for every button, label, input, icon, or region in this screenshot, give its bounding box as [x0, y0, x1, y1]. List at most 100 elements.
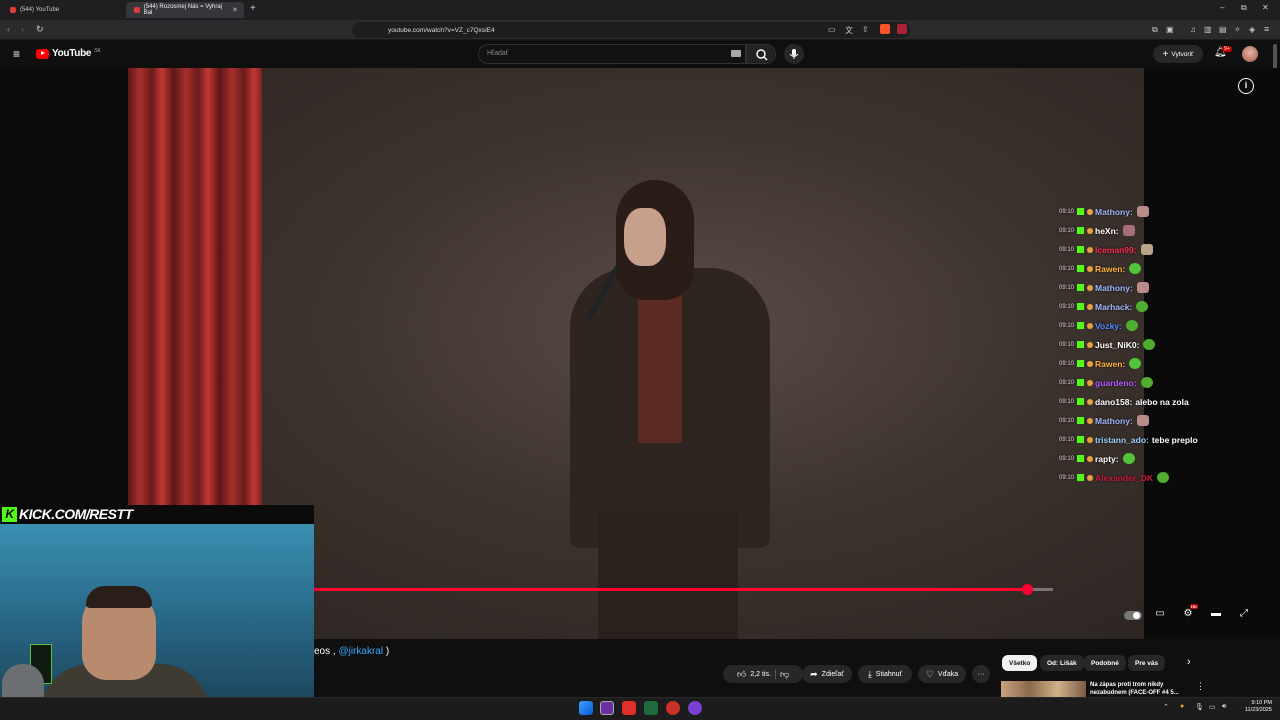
brave-browser-icon[interactable]: [622, 701, 636, 715]
subscriber-badge-icon: [1087, 284, 1093, 291]
app-icon-red[interactable]: [666, 701, 680, 715]
dislike-button[interactable]: 👎︎: [780, 669, 789, 680]
like-button[interactable]: 👍︎ 2,2 tis.: [737, 669, 771, 680]
chip-all[interactable]: Všetko: [1002, 655, 1038, 671]
excel-icon[interactable]: [644, 701, 658, 715]
network-icon[interactable]: ▭: [1209, 703, 1216, 711]
chat-timestamp: 09:10: [1059, 303, 1075, 310]
search-input[interactable]: Hľadať: [478, 44, 746, 64]
mention-link[interactable]: @jirkakral: [338, 646, 383, 657]
chat-message: 09:10 Alexander_DK: [1059, 468, 1274, 487]
fullscreen-icon[interactable]: ⤢: [1236, 608, 1252, 622]
kick-badge-icon: [1077, 455, 1084, 462]
rewards-icon[interactable]: [897, 24, 907, 34]
chat-message: 09:10 tristann_ado: tebe preplo: [1059, 430, 1274, 449]
minimize-button[interactable]: –: [1220, 3, 1224, 12]
theater-mode-icon[interactable]: ▬: [1208, 608, 1224, 622]
chip-related[interactable]: Podobné: [1084, 655, 1126, 671]
subscriber-badge-icon: [1087, 379, 1093, 386]
chat-text: alebo na zola: [1135, 396, 1189, 407]
recommendation-title[interactable]: Na zápas proti trom nikdy nezabudnem (FA…: [1090, 681, 1190, 697]
share-button[interactable]: ➦ Zdieľať: [802, 665, 852, 683]
tray-app-icon[interactable]: ●: [1180, 703, 1184, 710]
clock-date: 11/23/2025: [1244, 707, 1272, 713]
twitch-icon[interactable]: [688, 701, 702, 715]
wallet-icon[interactable]: ▤: [1219, 25, 1227, 34]
address-bar[interactable]: youtube.com/watch?v=VZ_c7QxsIE4: [352, 22, 910, 38]
chip-from-channel[interactable]: Od: Lišák: [1040, 655, 1084, 671]
kick-badge-icon: [1077, 398, 1084, 405]
chat-emote-icon: [1157, 472, 1170, 483]
streamer-hair: [86, 586, 152, 608]
chat-timestamp: 09:10: [1059, 265, 1075, 272]
windows-start-icon[interactable]: [579, 701, 593, 715]
chat-timestamp: 09:10: [1059, 360, 1075, 367]
sidebar-icon[interactable]: ▣: [1166, 25, 1174, 34]
more-actions-button[interactable]: ···: [972, 665, 990, 683]
create-button[interactable]: + Vytvoriť: [1153, 45, 1203, 63]
forward-icon[interactable]: ›: [21, 24, 24, 34]
progress-bar[interactable]: [314, 588, 1053, 591]
recommendation-menu-icon[interactable]: ⋮: [1196, 681, 1205, 692]
cast-icon[interactable]: ▭: [828, 25, 836, 34]
recommendation-thumbnail[interactable]: [1001, 681, 1086, 697]
leo-icon[interactable]: ✧: [1234, 25, 1241, 34]
chips-next-icon[interactable]: ›: [1187, 656, 1191, 668]
browser-tab[interactable]: (544) YouTube: [2, 2, 124, 18]
hamburger-menu-icon[interactable]: ≡: [13, 47, 20, 61]
chat-message: 09:10 Mathony:: [1059, 278, 1274, 297]
translate-icon[interactable]: 文: [845, 25, 853, 36]
video-info-button[interactable]: i: [1238, 78, 1254, 94]
subscriber-badge-icon: [1087, 360, 1093, 367]
youtube-logo[interactable]: YouTube SK: [36, 48, 101, 59]
chat-timestamp: 09:10: [1059, 227, 1075, 234]
chat-timestamp: 09:10: [1059, 246, 1075, 253]
chat-username: heXn:: [1095, 225, 1119, 236]
reading-list-icon[interactable]: ▥: [1204, 25, 1212, 34]
browser-tab-bar: (544) YouTube (544) Rozosmej Nás = Vyhra…: [0, 0, 1280, 20]
chip-for-you[interactable]: Pre vás: [1128, 655, 1166, 671]
app-icon-purple[interactable]: [600, 701, 614, 715]
tray-chevron-icon[interactable]: ⌃: [1163, 703, 1169, 711]
autoplay-toggle[interactable]: [1124, 611, 1142, 620]
restore-button[interactable]: ⧉: [1241, 3, 1247, 13]
account-avatar[interactable]: [1242, 46, 1258, 62]
volume-icon[interactable]: 🔊︎: [1222, 703, 1226, 711]
tray-mic-icon[interactable]: 🎙︎: [1195, 703, 1204, 711]
reload-icon[interactable]: ↻: [36, 24, 44, 35]
chat-message: 09:10 guardeno:: [1059, 373, 1274, 392]
subtitles-icon[interactable]: ▭: [1152, 608, 1168, 622]
vpn-icon[interactable]: ◈: [1249, 25, 1255, 34]
kick-logo-icon: K: [2, 506, 17, 522]
system-clock[interactable]: 9:10 PM 11/23/2025: [1236, 700, 1272, 714]
share-label: Zdieľať: [821, 670, 844, 678]
thanks-button[interactable]: ♡ Vďaka: [918, 665, 966, 683]
chat-timestamp: 09:10: [1059, 398, 1075, 405]
voice-search-button[interactable]: [784, 44, 804, 64]
chat-username: Vozky:: [1095, 320, 1122, 331]
progress-scrubber[interactable]: [1021, 584, 1033, 595]
browser-tab-active[interactable]: (544) Rozosmej Nás = Vyhraj Bal ✕: [126, 2, 244, 18]
chat-message: 09:10 Mathony:: [1059, 202, 1274, 221]
brave-shields-icon[interactable]: [880, 24, 890, 34]
download-button[interactable]: ⤓ Stiahnuť: [858, 665, 912, 683]
share-icon[interactable]: ⇪: [862, 25, 869, 34]
search-button[interactable]: [746, 44, 776, 64]
new-tab-button[interactable]: +: [250, 3, 256, 14]
close-tab-icon[interactable]: ✕: [232, 6, 238, 14]
chat-timestamp: 09:10: [1059, 322, 1075, 329]
extensions-icon[interactable]: ⧉: [1152, 25, 1158, 35]
settings-gear-icon[interactable]: ⚙: [1180, 608, 1196, 622]
youtube-play-icon: [36, 48, 49, 59]
keyboard-icon[interactable]: [731, 50, 741, 57]
browser-toolbar: ‹ › ↻ ▯ youtube.com/watch?v=VZ_c7QxsIE4 …: [0, 20, 1280, 40]
music-icon[interactable]: ♫: [1190, 25, 1196, 34]
chat-message: 09:10 heXn:: [1059, 221, 1274, 240]
close-window-button[interactable]: ✕: [1262, 3, 1269, 12]
back-icon[interactable]: ‹: [7, 24, 10, 34]
menu-icon[interactable]: ≡: [1264, 24, 1269, 34]
mic-icon: [789, 49, 799, 59]
subscriber-badge-icon: [1087, 417, 1093, 424]
logo-wordmark: YouTube: [52, 48, 92, 59]
thumbs-up-icon: 👍︎: [736, 668, 747, 679]
